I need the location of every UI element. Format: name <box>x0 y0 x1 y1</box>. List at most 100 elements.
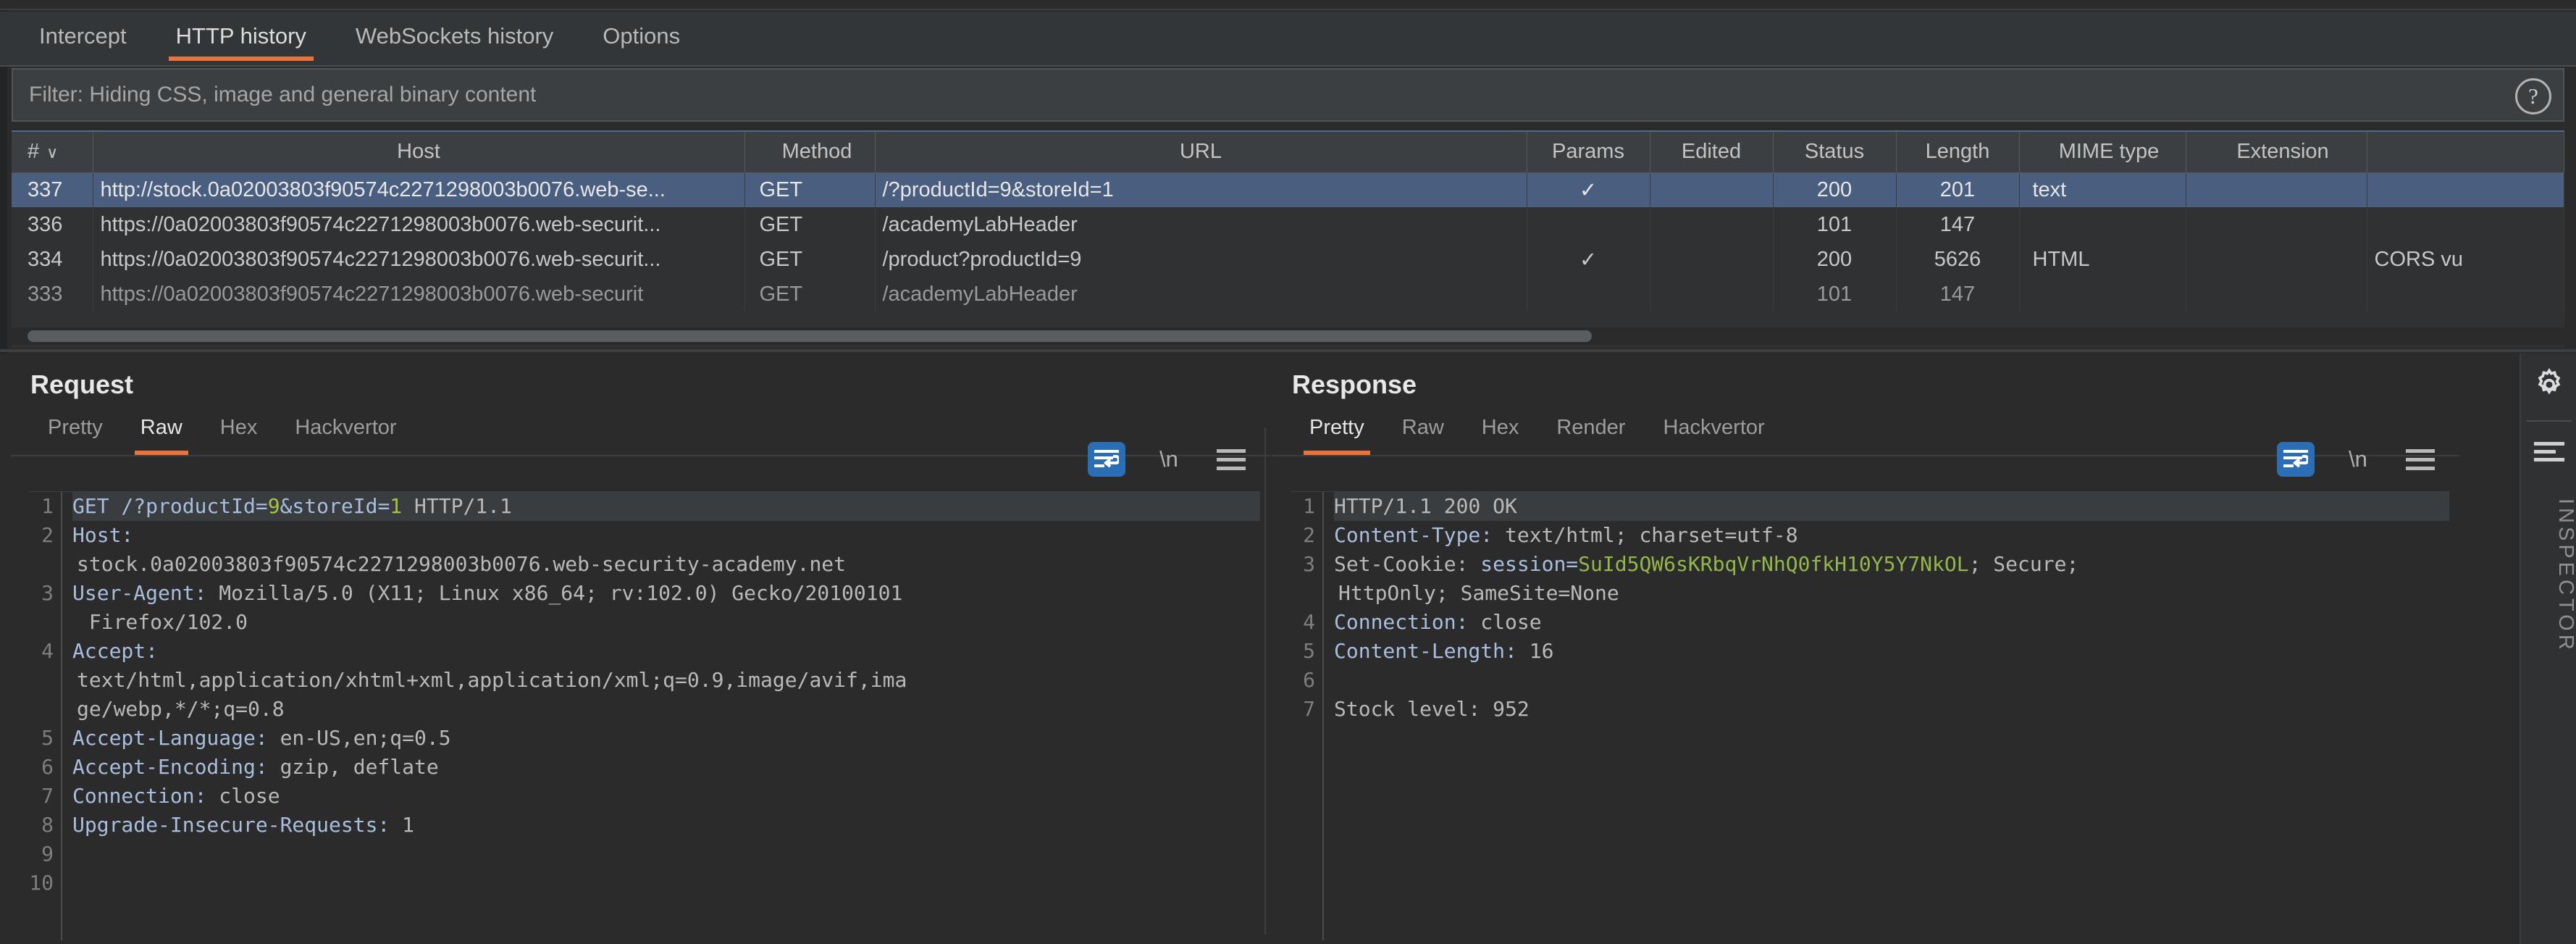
request-tab-hackvertor[interactable]: Hackvertor <box>276 412 415 455</box>
tab-options-label: Options <box>603 23 681 49</box>
code-token: HttpOnly; SameSite=None <box>1338 581 1619 605</box>
question-mark-icon[interactable]: ? <box>2515 78 2551 114</box>
cell-status: 101 <box>1773 207 1897 242</box>
cell-status: 101 <box>1773 277 1897 312</box>
response-tab-raw[interactable]: Raw <box>1383 412 1463 455</box>
sort-caret-icon[interactable]: ∨ <box>46 143 58 162</box>
request-code-view[interactable]: 12.3.4..5678910 GET /?productId=9&storeI… <box>29 491 1260 940</box>
response-code-lines: HTTP/1.1 200 OK Content-Type: text/html; … <box>1324 492 2449 940</box>
code-token: en-US,en;q=0.5 <box>267 726 451 750</box>
column-header-length[interactable]: Length <box>1896 132 2020 173</box>
code-line: HttpOnly; SameSite=None <box>1334 579 2449 608</box>
newline-glyph: \n <box>2349 446 2367 472</box>
cell-params <box>1527 207 1650 242</box>
column-header-extra[interactable] <box>2367 132 2564 173</box>
code-token: 16 <box>1516 639 1554 663</box>
newline-icon[interactable]: \n <box>1150 442 1188 477</box>
code-line: Set-Cookie: session=SuId5QW6sKRbqVrNhQ0f… <box>1334 550 2449 579</box>
http-history-table[interactable]: # ∨ Host Method URL Params Edited Status … <box>12 130 2564 348</box>
panel-splitter[interactable] <box>0 349 2576 352</box>
tab-http-history[interactable]: HTTP history <box>151 12 331 65</box>
cell-status: 200 <box>1773 242 1897 277</box>
request-tab-hex[interactable]: Hex <box>201 412 277 455</box>
response-tab-hackvertor[interactable]: Hackvertor <box>1644 412 1783 455</box>
request-tab-pretty[interactable]: Pretty <box>29 412 122 455</box>
inspector-label[interactable]: INSPECTOR <box>2521 491 2576 653</box>
tab-websockets-history[interactable]: WebSockets history <box>331 12 578 65</box>
vertical-splitter[interactable] <box>1264 427 1266 935</box>
response-line-numbers: 123.4567 <box>1291 492 1324 940</box>
column-header-edited[interactable]: Edited <box>1650 132 1774 173</box>
cell-params: ✓ <box>1527 172 1650 207</box>
newline-icon[interactable]: \n <box>2339 442 2377 477</box>
cell-extra: CORS vu <box>2367 242 2564 277</box>
column-header-method[interactable]: Method <box>744 132 876 173</box>
code-token: Accept: <box>72 639 159 663</box>
tab-options[interactable]: Options <box>578 12 705 65</box>
cell-host: https://0a02003803f90574c2271298003b0076… <box>93 277 745 312</box>
menu-icon[interactable] <box>2401 442 2439 477</box>
menu-icon[interactable] <box>1212 442 1250 477</box>
cell-method: GET <box>744 242 876 277</box>
cell-host: http://stock.0a02003803f90574c2271298003… <box>93 172 745 207</box>
code-line: ge/webp,*/*;q=0.8 <box>72 695 1260 724</box>
response-code-view[interactable]: 123.4567 HTTP/1.1 200 OK Content-Type: te… <box>1291 491 2449 940</box>
code-token: Firefox/102.0 <box>77 610 248 634</box>
word-wrap-icon[interactable] <box>1088 442 1125 477</box>
code-line: text/html,application/xhtml+xml,applicat… <box>72 666 1260 695</box>
code-token: close <box>1468 610 1542 634</box>
scrollbar-thumb[interactable] <box>28 330 1592 342</box>
word-wrap-icon[interactable] <box>2277 442 2315 477</box>
column-header-extension[interactable]: Extension <box>2186 132 2367 173</box>
code-token: 1 <box>390 494 403 518</box>
code-token: stock.0a02003803f90574c2271298003b0076.w… <box>77 552 847 576</box>
table-row[interactable]: 333 https://0a02003803f90574c2271298003b… <box>12 277 2564 312</box>
code-token: Host: <box>72 523 134 547</box>
request-editor-tools: \n <box>1088 442 1250 477</box>
request-panel: Request Pretty Raw Hex Hackvertor \n 12.… <box>10 354 1270 944</box>
column-header-host[interactable]: Host <box>93 132 745 173</box>
cell-length: 147 <box>1896 207 2020 242</box>
code-line: User-Agent: Mozilla/5.0 (X11; Linux x86_… <box>72 579 1260 608</box>
response-tab-render[interactable]: Render <box>1537 412 1644 455</box>
cell-url: /academyLabHeader <box>875 277 1527 312</box>
code-token: gzip, deflate <box>267 755 439 779</box>
cell-url: /?productId=9&storeId=1 <box>875 172 1527 207</box>
cell-extra <box>2367 172 2564 207</box>
code-token: &storeId= <box>280 494 390 518</box>
table-row[interactable]: 334 https://0a02003803f90574c2271298003b… <box>12 242 2564 277</box>
table-row[interactable]: 336 https://0a02003803f90574c2271298003b… <box>12 207 2564 242</box>
cell-num: 337 <box>12 172 93 207</box>
column-header-params[interactable]: Params <box>1527 132 1650 173</box>
code-line: Host: <box>72 521 1260 550</box>
table-row[interactable]: 337 http://stock.0a02003803f90574c227129… <box>12 172 2564 207</box>
code-line: Accept-Encoding: gzip, deflate <box>72 753 1260 782</box>
code-token: HTTP/1.1 200 OK <box>1334 494 1517 518</box>
response-tab-pretty[interactable]: Pretty <box>1291 412 1383 455</box>
column-header-mime-type[interactable]: MIME type <box>2019 132 2186 173</box>
column-header-num[interactable]: # ∨ <box>12 132 93 173</box>
cell-length: 201 <box>1896 172 2020 207</box>
code-token: Set-Cookie: <box>1334 552 1481 576</box>
collapse-panel-icon[interactable] <box>2521 426 2576 477</box>
response-tab-hex[interactable]: Hex <box>1463 412 1538 455</box>
tab-intercept[interactable]: Intercept <box>14 12 151 65</box>
column-header-url[interactable]: URL <box>875 132 1527 173</box>
cell-edited <box>1650 242 1774 277</box>
message-editor-area: Request Pretty Raw Hex Hackvertor \n 12.… <box>0 354 2576 944</box>
filter-bar[interactable]: Filter: Hiding CSS, image and general bi… <box>12 68 2564 122</box>
request-tab-raw[interactable]: Raw <box>122 412 201 455</box>
column-header-status[interactable]: Status <box>1773 132 1897 173</box>
response-panel-title: Response <box>1292 369 1417 399</box>
cell-mime <box>2019 277 2186 312</box>
cell-num: 334 <box>12 242 93 277</box>
cell-extra <box>2367 207 2564 242</box>
table-horizontal-scrollbar[interactable] <box>12 327 2564 345</box>
code-token: Connection: <box>72 784 207 808</box>
response-panel: Response Pretty Raw Hex Render Hackverto… <box>1272 354 2459 944</box>
gear-icon[interactable] <box>2521 352 2576 417</box>
cell-host: https://0a02003803f90574c2271298003b0076… <box>93 242 745 277</box>
code-token: ; Secure; <box>1968 552 2079 576</box>
cell-url: /academyLabHeader <box>875 207 1527 242</box>
code-token: session= <box>1480 552 1579 576</box>
